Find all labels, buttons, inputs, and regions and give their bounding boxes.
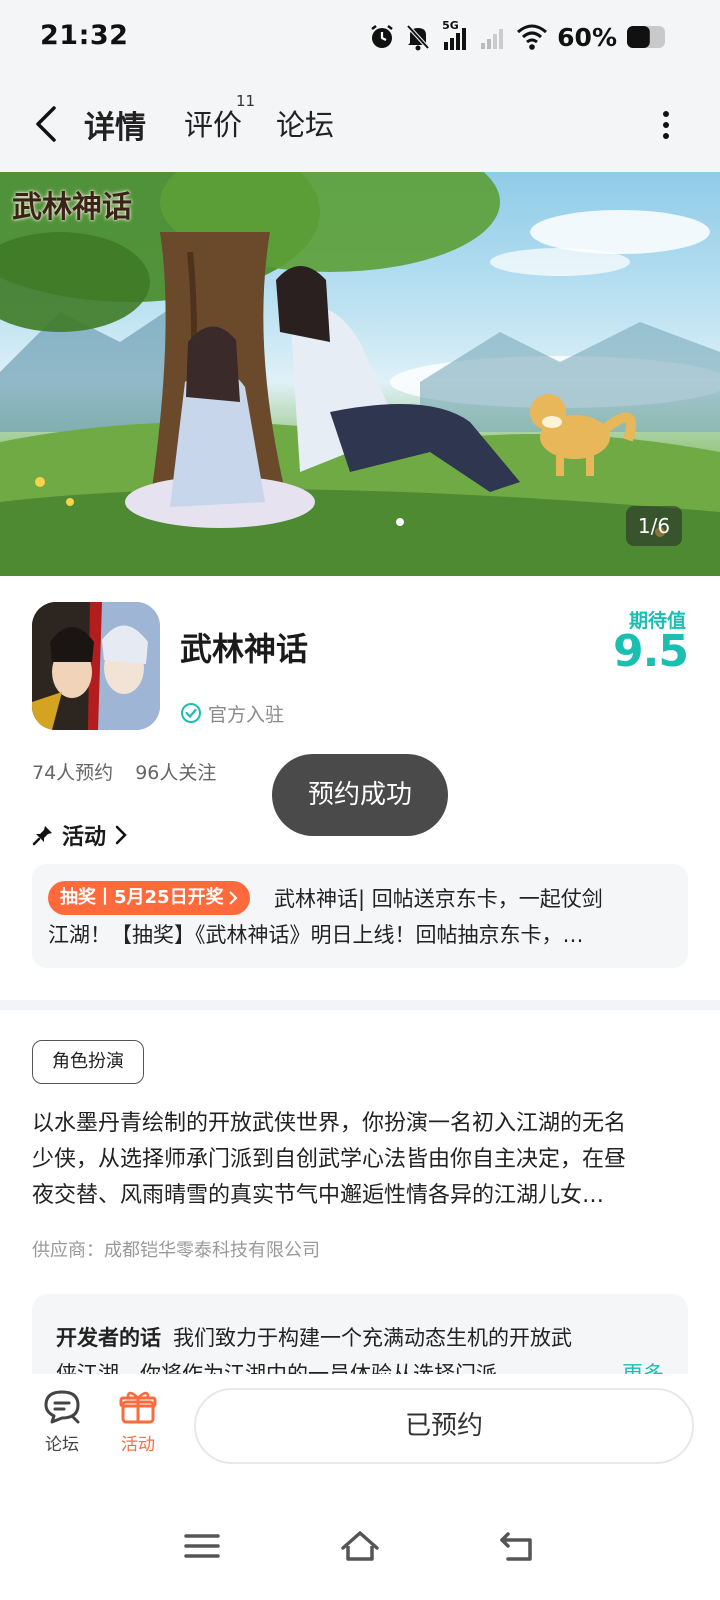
system-navigation-bar [0,1478,720,1600]
menu-icon[interactable] [180,1526,224,1566]
wifi-icon [517,24,548,50]
toast-message: 预约成功 [272,754,448,836]
tab-review-label: 评价 [184,108,243,142]
activity-text-line1: 武林神话| 回帖送京东卡，一起仗剑 [274,887,603,911]
back-nav-icon[interactable] [496,1526,540,1566]
activity-label: 活动 [62,825,107,850]
reserved-button[interactable]: 已预约 [194,1388,694,1464]
description-line: 夜交替、风雨晴雪的真实节气中邂逅性情各异的江湖儿女… [32,1183,605,1208]
home-icon[interactable] [338,1526,382,1566]
official-badge: 官方入驻 [180,700,284,726]
bottom-action-bar: 论坛 活动 已预约 [0,1374,720,1478]
description-line: 少侠，从选择师承门派到自创武学心法皆由你自主决定，在昼 [32,1147,627,1172]
app-icon [32,602,160,730]
more-link[interactable]: 更多 [622,1358,664,1374]
lottery-tag-text: 抽奖丨5月25日开奖 [60,887,224,908]
app-name: 武林神话 [180,630,309,668]
tab-review[interactable]: 评价 11 [184,92,255,144]
tab-detail[interactable]: 详情 [80,102,150,147]
section-divider [0,1000,720,1010]
forum-label: 论坛 [45,1435,79,1455]
game-description[interactable]: 以水墨丹青绘制的开放武侠世界，你扮演一名初入江湖的无名 少侠，从选择师承门派到自… [32,1106,688,1214]
expect-value: 9.5 [613,626,689,677]
battery-icon [627,26,665,48]
description-line: 以水墨丹青绘制的开放武侠世界，你扮演一名初入江湖的无名 [32,1111,627,1136]
more-vertical-icon[interactable] [660,110,672,140]
reservation-count: 74人预约 [32,762,114,784]
alarm-icon [371,25,393,48]
header-bar: 详情 评价 11 论坛 [0,76,720,172]
developer-note-card[interactable]: 开发者的话 我们致力于构建一个充满动态生机的开放武 侠江湖，你将作为江湖中的一员体… [32,1294,688,1374]
official-label: 官方入驻 [208,703,285,726]
activity-card[interactable]: 抽奖丨5月25日开奖 武林神话| 回帖送京东卡，一起仗剑 江湖！【抽奖】《武林神… [32,864,688,968]
signal-5g-icon: 5G [440,19,470,52]
review-count-badge: 11 [236,92,256,110]
verified-check-icon [181,703,201,723]
chevron-right-icon [115,825,127,845]
follower-count: 96人关注 [135,762,217,784]
back-icon[interactable] [30,104,66,144]
forum-button[interactable]: 论坛 [32,1388,92,1455]
developer-note-line1: 开发者的话 我们致力于构建一个充满动态生机的开放武 [56,1322,572,1352]
lottery-tag: 抽奖丨5月25日开奖 [48,881,250,915]
pin-icon [32,826,52,846]
status-icons: 5G 60% [368,19,668,54]
signal-weak-icon [481,29,504,49]
developer-note-line2: 侠江湖，你将作为江湖中的一员体验从选择门派 [56,1362,497,1374]
forum-chat-icon [44,1390,80,1424]
activity-section-header[interactable]: 活动 [32,818,128,852]
supplier-info: 供应商：成都铠华零泰科技有限公司 [32,1240,320,1261]
banner-page-counter: 1/6 [626,506,682,546]
developer-note-title: 开发者的话 [56,1326,161,1350]
tab-forum[interactable]: 论坛 [276,102,334,144]
status-time: 21:32 [40,20,129,51]
tab-detail-label: 详情 [84,110,146,146]
mute-icon [406,24,430,51]
status-bar: 21:32 5G 60% [0,0,720,76]
banner-carousel[interactable]: 武林神话 1/6 [0,172,720,576]
banner-artwork [0,172,720,576]
battery-percent: 60% [557,22,617,52]
chevron-right-icon [228,891,237,905]
activity-text-line2: 江湖！【抽奖】《武林神话》明日上线！回帖抽京东卡，… [48,923,584,947]
gift-icon [119,1391,157,1424]
app-stats: 74人预约 96人关注 [32,758,216,785]
banner-logo: 武林神话 [12,190,132,225]
developer-note-text1: 我们致力于构建一个充满动态生机的开放武 [173,1326,572,1350]
tab-forum-label: 论坛 [276,108,335,142]
activity-button[interactable]: 活动 [108,1388,168,1455]
genre-tag[interactable]: 角色扮演 [32,1040,144,1084]
activity-nav-label: 活动 [121,1435,155,1455]
